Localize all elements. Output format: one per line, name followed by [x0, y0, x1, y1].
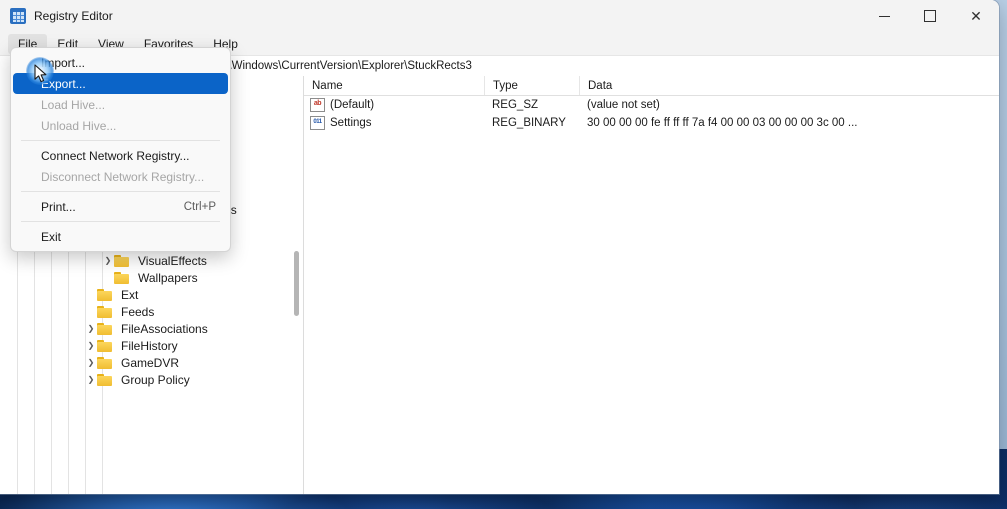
- column-header-type[interactable]: Type: [484, 76, 579, 95]
- menu-item-load-hive: Load Hive...: [13, 94, 228, 115]
- values-column-header: Name Type Data: [304, 76, 999, 96]
- maximize-button[interactable]: [907, 0, 953, 32]
- value-name-text: Settings: [330, 117, 372, 129]
- tree-item-fileassociations[interactable]: ❯ FileAssociations: [0, 320, 303, 337]
- menu-separator: [21, 221, 220, 222]
- folder-icon: [97, 322, 112, 335]
- value-type-cell: REG_SZ: [492, 99, 539, 111]
- tree-scrollbar-thumb[interactable]: [294, 251, 299, 316]
- tree-item-filehistory[interactable]: ❯ FileHistory: [0, 337, 303, 354]
- folder-icon: [97, 356, 112, 369]
- menu-item-shortcut: Ctrl+P: [183, 200, 216, 213]
- menu-item-label: Disconnect Network Registry...: [41, 169, 205, 184]
- address-path-text: ft\Windows\CurrentVersion\Explorer\Stuck…: [222, 60, 472, 72]
- folder-icon: [114, 254, 129, 267]
- registry-editor-window: Registry Editor ✕ File Edit View Favorit…: [0, 0, 999, 494]
- tree-item-gamedvr[interactable]: ❯ GameDVR: [0, 354, 303, 371]
- minimize-button[interactable]: [861, 0, 907, 32]
- tree-item-label: Group Policy: [121, 372, 190, 387]
- folder-icon: [97, 305, 112, 318]
- tree-item-label: Ext: [121, 287, 139, 302]
- menu-separator: [21, 140, 220, 141]
- tree-item-visualeffects[interactable]: ❯ VisualEffects: [0, 252, 303, 269]
- close-icon: ✕: [970, 8, 982, 24]
- tree-item-label: Feeds: [121, 304, 155, 319]
- tree-item-label: FileHistory: [121, 338, 178, 353]
- tree-item-label: VisualEffects: [138, 253, 207, 268]
- folder-icon: [97, 339, 112, 352]
- chevron-right-icon[interactable]: ❯: [102, 256, 114, 265]
- menu-item-label: Import...: [41, 55, 86, 70]
- menu-item-label: Print...: [41, 199, 76, 214]
- menu-item-label: Connect Network Registry...: [41, 148, 190, 163]
- folder-icon: [97, 373, 112, 386]
- menu-item-exit[interactable]: Exit: [13, 226, 228, 247]
- value-name-text: (Default): [330, 99, 375, 111]
- menu-separator: [21, 191, 220, 192]
- menu-item-connect-network-registry[interactable]: Connect Network Registry...: [13, 145, 228, 166]
- tree-scrollbar[interactable]: [291, 76, 302, 494]
- menu-item-label: Load Hive...: [41, 97, 106, 112]
- menu-item-disconnect-network-registry: Disconnect Network Registry...: [13, 166, 228, 187]
- window-title: Registry Editor: [34, 9, 113, 23]
- menu-item-import[interactable]: Import...: [13, 52, 228, 73]
- tree-item-label: Wallpapers: [138, 270, 198, 285]
- tree-item-group-policy[interactable]: ❯ Group Policy: [0, 371, 303, 388]
- binary-value-icon: 011: [310, 116, 325, 130]
- menu-item-label: Exit: [41, 229, 62, 244]
- close-button[interactable]: ✕: [953, 0, 999, 32]
- tree-item-feeds[interactable]: ❯Feeds: [0, 303, 303, 320]
- value-name-cell: 011 Settings: [304, 116, 484, 130]
- value-name-cell: ab (Default): [304, 98, 484, 112]
- folder-icon: [97, 288, 112, 301]
- value-data-cell: (value not set): [587, 99, 660, 111]
- registry-icon: [10, 8, 26, 24]
- table-row[interactable]: 011 Settings REG_BINARY 30 00 00 00 fe ff f…: [304, 114, 999, 132]
- chevron-right-icon[interactable]: ❯: [85, 324, 97, 333]
- menu-item-print[interactable]: Print... Ctrl+P: [13, 196, 228, 217]
- chevron-right-icon[interactable]: ❯: [85, 341, 97, 350]
- tree-item-wallpapers[interactable]: ❯Wallpapers: [0, 269, 303, 286]
- menu-item-export[interactable]: Export...: [13, 73, 228, 94]
- menu-item-label: Unload Hive...: [41, 118, 117, 133]
- table-row[interactable]: ab (Default) REG_SZ (value not set): [304, 96, 999, 114]
- file-dropdown-menu: Import... Export... Load Hive... Unload Hiv…: [10, 47, 231, 252]
- chevron-right-icon[interactable]: ❯: [85, 375, 97, 384]
- window-controls: ✕: [861, 0, 999, 32]
- tree-item-label: FileAssociations: [121, 321, 208, 336]
- values-list: ab (Default) REG_SZ (value not set) 011 Setti…: [304, 96, 999, 132]
- minimize-icon: [878, 15, 890, 17]
- chevron-right-icon[interactable]: ❯: [85, 358, 97, 367]
- menu-item-label: Export...: [41, 76, 86, 91]
- string-value-icon: ab: [310, 98, 325, 112]
- tree-item-ext[interactable]: ❯Ext: [0, 286, 303, 303]
- folder-icon: [114, 271, 129, 284]
- maximize-icon: [924, 10, 936, 22]
- value-data-cell: 30 00 00 00 fe ff ff ff 7a f4 00 00 03 0…: [587, 117, 858, 129]
- column-header-name[interactable]: Name: [304, 76, 484, 95]
- registry-values-pane: Name Type Data ab (Default) REG_SZ (value n…: [304, 76, 999, 494]
- tree-item-label: GameDVR: [121, 355, 180, 370]
- column-header-data[interactable]: Data: [579, 76, 999, 95]
- title-bar: Registry Editor ✕: [0, 0, 999, 32]
- menu-item-unload-hive: Unload Hive...: [13, 115, 228, 136]
- value-type-cell: REG_BINARY: [492, 117, 566, 129]
